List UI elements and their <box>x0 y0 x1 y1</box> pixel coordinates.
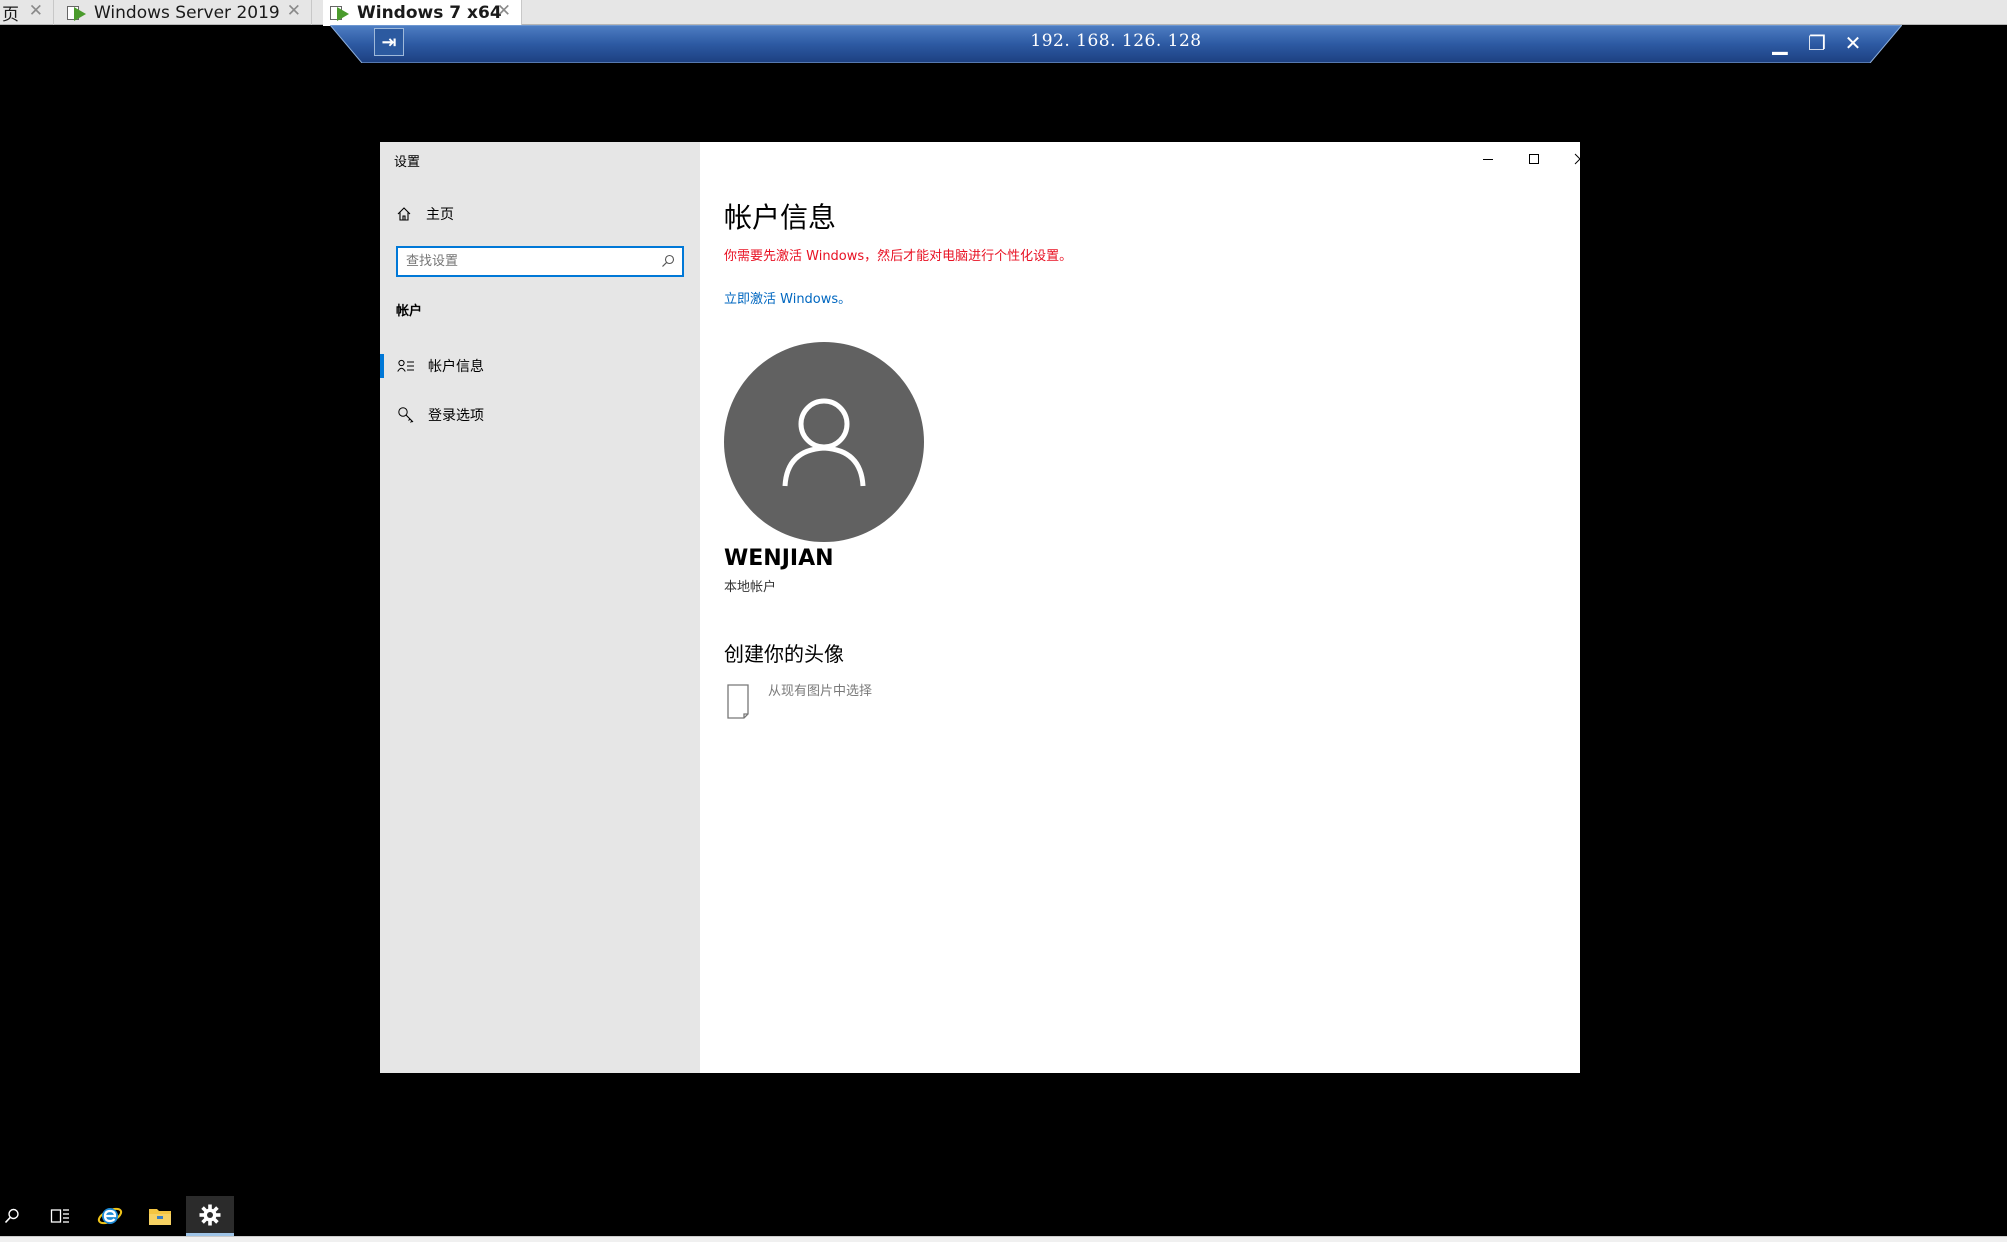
remote-close-button[interactable]: ✕ <box>1839 29 1867 57</box>
sidebar-item-label: 主页 <box>426 207 454 223</box>
minimize-icon <box>1483 159 1493 160</box>
tab-close-icon[interactable]: ✕ <box>497 1 511 21</box>
task-view-icon <box>50 1209 69 1223</box>
file-explorer-icon <box>149 1209 171 1225</box>
selection-indicator <box>380 354 384 378</box>
tab-label: Windows Server 2019 <box>94 2 280 23</box>
close-icon <box>1574 153 1586 165</box>
choose-existing-picture-label: 从现有图片中选择 <box>768 684 873 699</box>
search-input[interactable] <box>398 248 648 275</box>
home-icon <box>394 206 414 222</box>
tab-home[interactable]: 页 ✕ <box>0 0 54 25</box>
tab-label: Windows 7 x64 <box>357 3 502 23</box>
connection-title: 192. 168. 126. 128 <box>1030 31 1202 51</box>
vm-icon <box>329 4 351 22</box>
tab-label: 页 <box>2 5 19 25</box>
account-type: 本地帐户 <box>724 580 777 595</box>
settings-gear-icon <box>199 1204 221 1225</box>
taskbar-task-view-button[interactable] <box>36 1196 84 1236</box>
sidebar-item-label: 帐户信息 <box>428 359 484 375</box>
sidebar-item-sign-in-options[interactable]: 登录选项 <box>380 398 700 432</box>
page-title: 帐户信息 <box>724 201 837 234</box>
document-icon <box>724 682 754 722</box>
sidebar-section-heading: 帐户 <box>396 304 423 319</box>
vm-tab-strip: 页 ✕ Windows Server 2019 ✕ Windows 7 x64 … <box>0 0 2007 26</box>
taskbar-internet-explorer-button[interactable] <box>86 1196 134 1236</box>
key-icon <box>396 406 416 424</box>
search-icon <box>4 1208 19 1224</box>
tab-close-icon[interactable]: ✕ <box>287 1 301 21</box>
maximize-icon <box>1529 154 1539 164</box>
window-maximize-button[interactable] <box>1511 146 1557 172</box>
tab-windows-7-x64[interactable]: Windows 7 x64 ✕ <box>323 0 522 26</box>
activation-warning: 你需要先激活 Windows，然后才能对电脑进行个性化设置。 <box>724 249 1073 264</box>
window-minimize-button[interactable] <box>1465 146 1511 172</box>
remote-connection-bar: ⇥ 192. 168. 126. 128 ▁ ❐ ✕ <box>330 25 1902 63</box>
internet-explorer-icon <box>97 1207 123 1225</box>
sidebar-item-account-info[interactable]: 帐户信息 <box>380 349 700 383</box>
tab-close-icon[interactable]: ✕ <box>29 1 43 21</box>
taskbar-settings-button[interactable] <box>186 1196 234 1236</box>
settings-content: 帐户信息 你需要先激活 Windows，然后才能对电脑进行个性化设置。 立即激活… <box>700 142 1586 1073</box>
person-icon <box>782 398 866 487</box>
settings-search-box[interactable] <box>396 246 684 277</box>
taskbar-search-button[interactable] <box>0 1196 36 1236</box>
taskbar-file-explorer-button[interactable] <box>136 1196 184 1236</box>
window-title: 设置 <box>394 155 421 170</box>
settings-window: 设置 主页 帐户 帐户信息 登录选项 <box>380 142 1586 1073</box>
account-username: WENJIAN <box>724 546 834 571</box>
create-avatar-heading: 创建你的头像 <box>724 642 844 666</box>
vm-status-strip <box>0 1236 2007 1242</box>
sidebar-item-label: 登录选项 <box>428 408 484 424</box>
window-close-button[interactable] <box>1557 146 1603 172</box>
activate-windows-link[interactable]: 立即激活 Windows。 <box>724 288 851 307</box>
tab-windows-server-2019[interactable]: Windows Server 2019 ✕ <box>60 0 312 25</box>
choose-existing-picture-button[interactable]: 从现有图片中选择 <box>724 678 872 722</box>
avatar <box>724 342 924 542</box>
remote-minimize-button[interactable]: ▁ <box>1766 29 1794 57</box>
vm-icon <box>66 4 88 22</box>
settings-sidebar: 设置 主页 帐户 帐户信息 登录选项 <box>380 142 700 1073</box>
search-icon[interactable] <box>660 253 676 273</box>
sidebar-item-home[interactable]: 主页 <box>394 202 454 226</box>
person-list-icon <box>396 359 416 373</box>
remote-restore-button[interactable]: ❐ <box>1803 29 1831 57</box>
